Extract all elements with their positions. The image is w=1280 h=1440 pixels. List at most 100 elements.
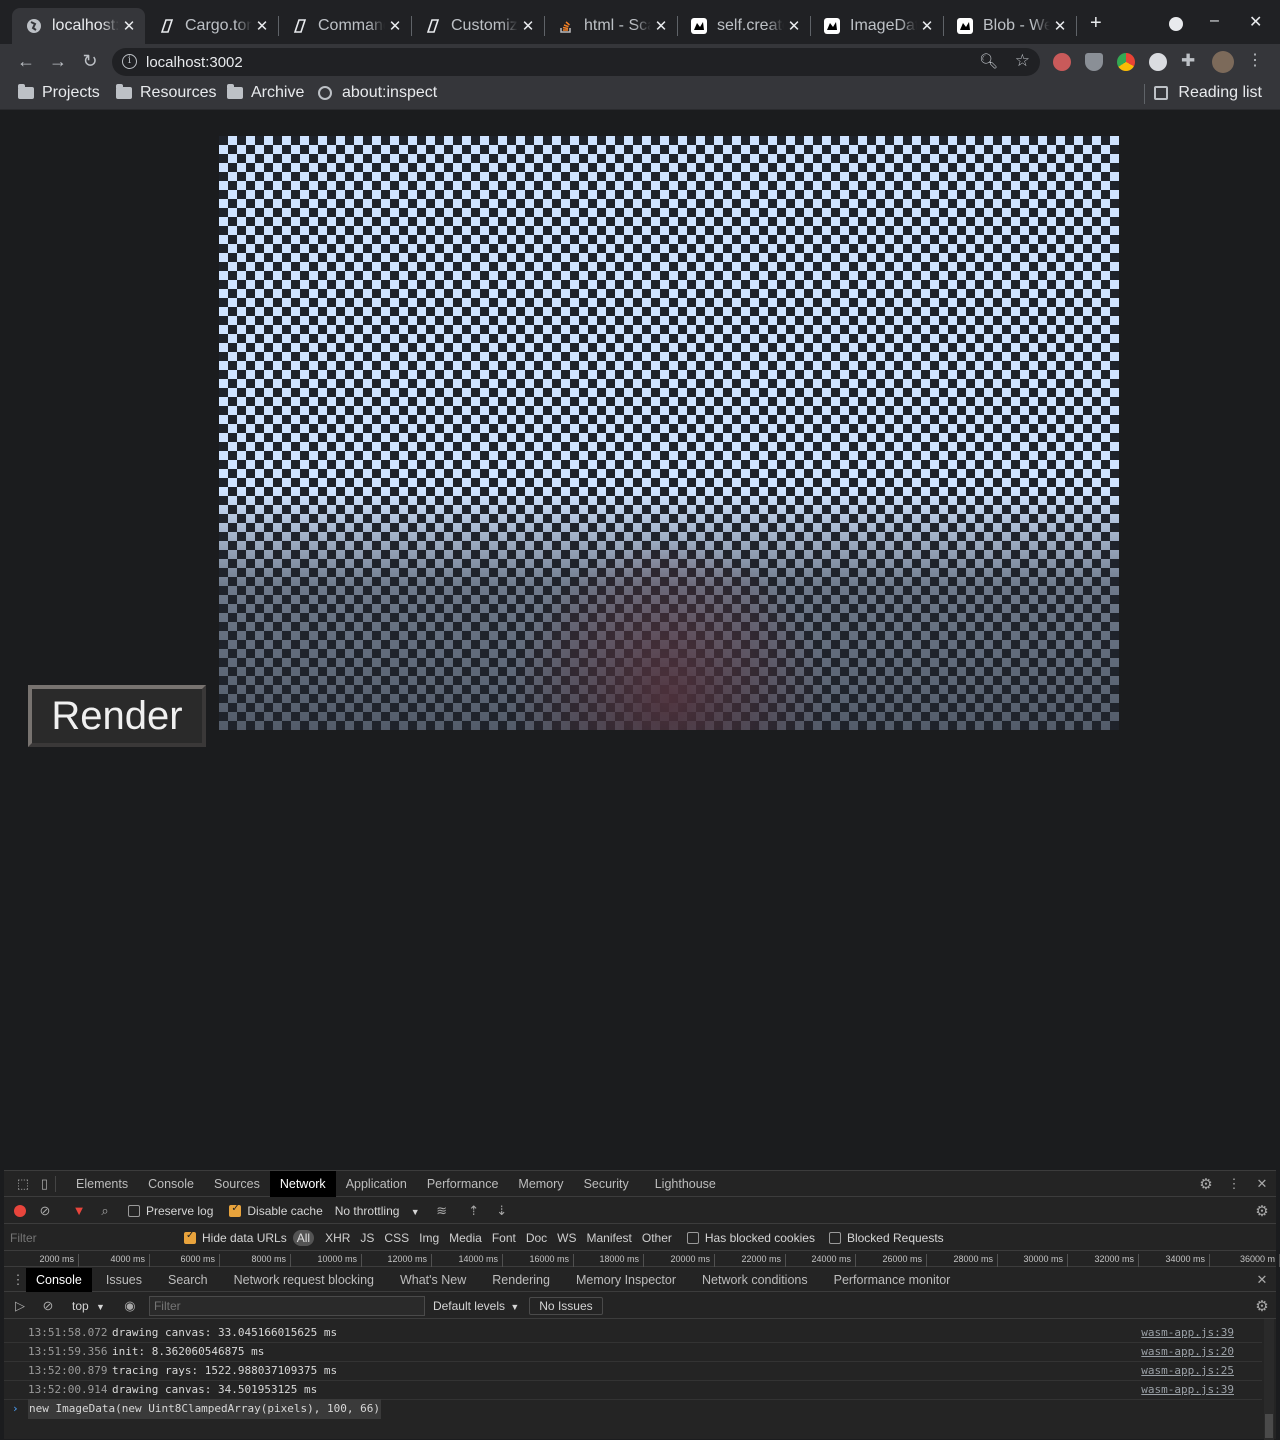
extension-icon[interactable]	[1117, 53, 1135, 71]
source-link[interactable]: wasm-app.js:25	[1141, 1362, 1234, 1380]
more-options-icon[interactable]: ⋮	[1220, 1176, 1248, 1192]
drawer-tab-memory-inspector[interactable]: Memory Inspector	[566, 1268, 686, 1292]
sidebar-toggle-icon[interactable]: ▷	[10, 1298, 30, 1314]
type-filter-css[interactable]: CSS	[379, 1231, 414, 1245]
close-tab-icon[interactable]: ✕	[1050, 17, 1070, 35]
source-link[interactable]: wasm-app.js:39	[1141, 1381, 1234, 1399]
avatar[interactable]	[1212, 51, 1234, 73]
settings-gear-icon[interactable]: ⚙	[1192, 1175, 1220, 1193]
clear-icon[interactable]: ⊘	[36, 1203, 54, 1219]
devtools-tab-security[interactable]: Security	[574, 1171, 639, 1197]
type-filter-all[interactable]: All	[292, 1229, 315, 1246]
hide-data-urls-checkbox[interactable]: Hide data URLs	[184, 1230, 287, 1245]
tab-html-scaling[interactable]: html - Scaling ✕	[544, 8, 677, 44]
network-timeline-overview[interactable]: 2000 ms 4000 ms 6000 ms 8000 ms 10000 ms 1200…	[4, 1251, 1280, 1267]
type-filter-js[interactable]: JS	[355, 1231, 379, 1245]
tab-imagedata[interactable]: ImageData ✕	[810, 8, 943, 44]
console-settings-icon[interactable]: ⚙	[1248, 1297, 1276, 1315]
import-har-icon[interactable]: ⇡	[463, 1203, 485, 1219]
devtools-tab-console[interactable]: Console	[138, 1171, 204, 1197]
throttling-select[interactable]: No throttling ▼	[335, 1204, 425, 1218]
has-blocked-cookies-checkbox[interactable]: Has blocked cookies	[686, 1231, 815, 1245]
blocked-requests-checkbox[interactable]: Blocked Requests	[828, 1231, 944, 1245]
drawer-tab-console[interactable]: Console	[26, 1267, 92, 1292]
devtools-tab-application[interactable]: Application	[336, 1171, 417, 1197]
tab-search-icon[interactable]	[1169, 17, 1183, 31]
extension-icon[interactable]	[1053, 53, 1071, 71]
devtools-tab-sources[interactable]: Sources	[204, 1171, 270, 1197]
device-toolbar-icon[interactable]: ▯	[34, 1175, 56, 1192]
source-link[interactable]: wasm-app.js:20	[1141, 1343, 1234, 1361]
type-filter-img[interactable]: Img	[414, 1231, 444, 1245]
new-tab-button[interactable]: +	[1090, 12, 1102, 35]
tab-cargo[interactable]: Cargo.toml ✕	[145, 8, 278, 44]
console-scrollbar[interactable]	[1264, 1319, 1274, 1440]
console-input[interactable]: new ImageData(new Uint8ClampedArray(pixe…	[28, 1399, 381, 1419]
type-filter-ws[interactable]: WS	[552, 1231, 581, 1245]
close-window-icon[interactable]: ✕	[1249, 12, 1262, 32]
console-filter-input[interactable]	[148, 1295, 425, 1316]
close-devtools-icon[interactable]: ✕	[1248, 1176, 1276, 1192]
close-tab-icon[interactable]: ✕	[651, 17, 671, 35]
network-filter-input[interactable]	[6, 1227, 174, 1248]
devtools-tab-memory[interactable]: Memory	[508, 1171, 573, 1197]
network-conditions-icon[interactable]: ≋	[431, 1203, 453, 1219]
preserve-log-checkbox[interactable]: Preserve log	[128, 1204, 213, 1218]
console-prompt[interactable]: › new ImageData(new Uint8ClampedArray(pi…	[4, 1399, 1262, 1419]
menu-icon[interactable]: ⋮	[1243, 50, 1267, 74]
close-tab-icon[interactable]: ✕	[385, 17, 405, 35]
filter-icon[interactable]: ▼	[70, 1203, 88, 1218]
export-har-icon[interactable]: ⇣	[491, 1203, 513, 1219]
drawer-tab-performance-monitor[interactable]: Performance monitor	[824, 1268, 961, 1292]
devtools-tab-network[interactable]: Network	[269, 1170, 336, 1197]
type-filter-other[interactable]: Other	[637, 1231, 677, 1245]
drawer-tab-search[interactable]: Search	[158, 1268, 218, 1292]
live-expression-eye-icon[interactable]: ◉	[119, 1298, 141, 1314]
context-select[interactable]: top ▼	[72, 1299, 105, 1313]
type-filter-font[interactable]: Font	[487, 1231, 521, 1245]
drawer-tab-network-request-blocking[interactable]: Network request blocking	[224, 1268, 384, 1292]
tab-createimagebitmap[interactable]: self.createImageBitmap ✕	[677, 8, 810, 44]
bookmark-resources[interactable]: Resources	[116, 84, 216, 102]
minimize-icon[interactable]: –	[1210, 12, 1219, 30]
type-filter-xhr[interactable]: XHR	[320, 1231, 355, 1245]
tab-blob[interactable]: Blob - Web APIs ✕	[943, 8, 1076, 44]
type-filter-media[interactable]: Media	[444, 1231, 487, 1245]
source-link[interactable]: wasm-app.js:39	[1141, 1324, 1234, 1342]
search-icon[interactable]: ⌕	[96, 1203, 114, 1219]
forward-icon[interactable]: →	[46, 50, 70, 74]
drawer-tab-whats-new[interactable]: What's New	[390, 1268, 476, 1292]
tab-command[interactable]: Command line ✕	[278, 8, 411, 44]
log-levels-select[interactable]: Default levels ▼	[433, 1299, 519, 1313]
bookmark-archive[interactable]: Archive	[227, 84, 304, 102]
drawer-tab-issues[interactable]: Issues	[96, 1268, 152, 1292]
devtools-tab-lighthouse[interactable]: Lighthouse	[645, 1171, 726, 1197]
drawer-tab-network-conditions[interactable]: Network conditions	[692, 1268, 818, 1292]
zoom-icon[interactable]: 🔍︎	[979, 52, 998, 70]
devtools-tab-performance[interactable]: Performance	[417, 1171, 509, 1197]
bookmark-about-inspect[interactable]: about:inspect	[318, 84, 437, 102]
render-button[interactable]: Render	[28, 685, 206, 747]
close-tab-icon[interactable]: ✕	[252, 17, 272, 35]
address-bar[interactable]: i localhost:3002 🔍︎ ☆	[112, 48, 1040, 76]
type-filter-manifest[interactable]: Manifest	[582, 1231, 637, 1245]
ublock-icon[interactable]	[1085, 53, 1103, 71]
close-tab-icon[interactable]: ✕	[784, 17, 804, 35]
devtools-tab-elements[interactable]: Elements	[66, 1171, 138, 1197]
close-tab-icon[interactable]: ✕	[518, 17, 538, 35]
drawer-menu-icon[interactable]: ⋮	[10, 1272, 26, 1288]
record-icon[interactable]	[14, 1204, 26, 1217]
close-tab-icon[interactable]: ✕	[119, 17, 139, 35]
bookmark-projects[interactable]: Projects	[18, 84, 100, 102]
reading-list-button[interactable]: Reading list	[1154, 84, 1262, 102]
reload-icon[interactable]: ↻	[78, 50, 102, 74]
puzzle-icon[interactable]: ✚	[1181, 51, 1199, 70]
close-drawer-icon[interactable]: ✕	[1248, 1272, 1276, 1288]
inspect-element-icon[interactable]: ⬚	[12, 1176, 34, 1192]
issues-counter[interactable]: No Issues	[529, 1296, 603, 1315]
bookmark-star-icon[interactable]: ☆	[1015, 51, 1030, 71]
tab-localhost[interactable]: localhost:3002 ✕	[12, 8, 145, 44]
extension-icon[interactable]	[1149, 53, 1167, 71]
site-info-icon[interactable]: i	[122, 54, 137, 69]
back-icon[interactable]: ←	[14, 50, 38, 74]
